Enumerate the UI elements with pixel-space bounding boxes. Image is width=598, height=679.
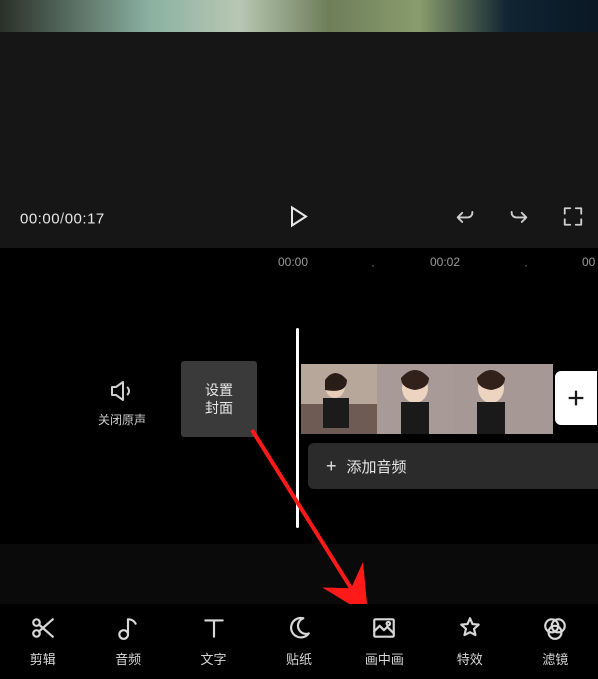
redo-icon <box>508 206 530 228</box>
video-preview: 00:00/00:17 <box>0 0 598 248</box>
mute-original-sound-button[interactable]: 关闭原声 <box>82 379 162 428</box>
ruler-dot: · <box>524 258 528 272</box>
timecode: 00:00/00:17 <box>20 211 105 228</box>
tool-text[interactable]: 文字 <box>172 615 256 668</box>
tool-audio[interactable]: 音频 <box>86 615 170 668</box>
time-current: 00:00 <box>20 211 60 228</box>
add-audio-button[interactable]: + 添加音频 <box>308 443 598 489</box>
clip-thumb-4[interactable] <box>529 364 553 434</box>
playback-controls: 00:00/00:17 <box>0 190 598 248</box>
scissors-icon <box>30 615 56 641</box>
time-total: 00:17 <box>65 211 105 228</box>
filter-icon <box>542 615 568 641</box>
clip-thumb-2[interactable] <box>377 364 453 434</box>
play-icon <box>289 206 309 228</box>
add-clip-button[interactable] <box>555 371 597 425</box>
play-button[interactable] <box>289 206 309 233</box>
tool-label: 画中画 <box>365 649 404 668</box>
music-note-icon <box>115 615 141 641</box>
video-track[interactable] <box>301 364 553 434</box>
tool-edit[interactable]: 剪辑 <box>1 615 85 668</box>
mute-label: 关闭原声 <box>98 411 146 428</box>
plus-icon <box>565 387 587 409</box>
undo-icon <box>454 206 476 228</box>
ruler-tick-0: 00:00 <box>278 255 308 269</box>
set-cover-button[interactable]: 设置 封面 <box>181 361 257 437</box>
playhead[interactable] <box>296 328 299 528</box>
tool-sticker[interactable]: 贴纸 <box>257 615 341 668</box>
speaker-icon <box>109 379 135 403</box>
clip-thumb-3[interactable] <box>453 364 529 434</box>
cover-line1: 设置 <box>205 381 233 399</box>
clip-thumb-1[interactable] <box>301 364 377 434</box>
add-audio-label: 添加音频 <box>347 456 407 477</box>
cover-line2: 封面 <box>205 399 233 417</box>
sticker-icon <box>286 615 312 641</box>
text-icon <box>201 615 227 641</box>
tool-pip[interactable]: 画中画 <box>342 615 426 668</box>
effects-icon <box>457 615 483 641</box>
ruler-tick-1: 00:02 <box>430 255 460 269</box>
tool-label: 特效 <box>457 649 483 668</box>
time-ruler[interactable]: 00:00 · 00:02 · 00 <box>0 248 598 284</box>
picture-in-picture-icon <box>371 615 397 641</box>
ruler-dot: · <box>371 258 375 272</box>
fullscreen-icon <box>562 206 584 228</box>
undo-button[interactable] <box>454 206 476 233</box>
ruler-tick-2: 00 <box>582 255 595 269</box>
video-frame-strip <box>0 0 598 32</box>
tool-filter[interactable]: 滤镜 <box>513 615 597 668</box>
timeline-area: 关闭原声 设置 封面 + 添加音频 <box>0 284 598 544</box>
tool-label: 音频 <box>115 649 141 668</box>
bottom-toolbar: 剪辑 音频 文字 贴纸 画中画 特效 滤镜 <box>0 604 598 679</box>
tool-label: 文字 <box>201 649 227 668</box>
redo-button[interactable] <box>508 206 530 233</box>
tool-label: 滤镜 <box>542 649 568 668</box>
tool-effects[interactable]: 特效 <box>428 615 512 668</box>
tool-label: 剪辑 <box>30 649 56 668</box>
tool-label: 贴纸 <box>286 649 312 668</box>
plus-icon: + <box>326 456 337 477</box>
fullscreen-button[interactable] <box>562 206 584 233</box>
